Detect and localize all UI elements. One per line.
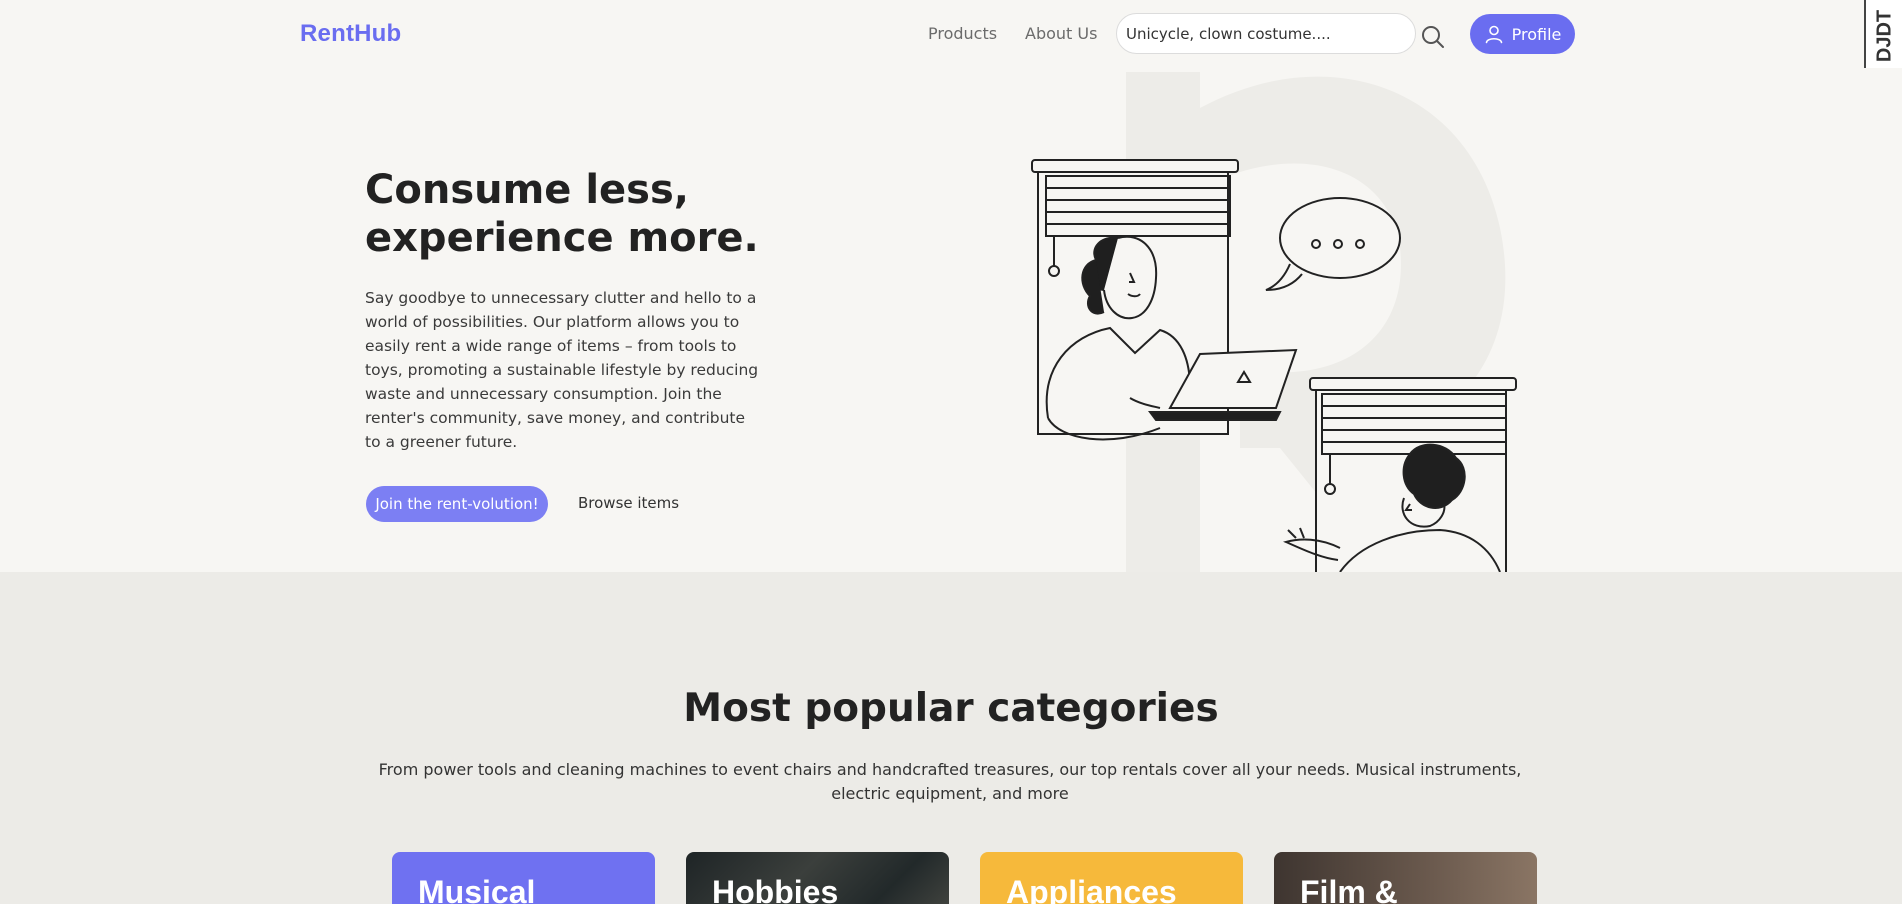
debug-toolbar-handle[interactable]: DJDT xyxy=(1864,0,1902,72)
hero-illustration xyxy=(1031,72,1517,572)
search-input[interactable] xyxy=(1116,13,1416,54)
hero-title: Consume less, experience more. xyxy=(365,167,759,261)
category-label: Appliances xyxy=(1006,874,1177,904)
category-card-appliances[interactable]: Appliances xyxy=(980,852,1243,904)
logo[interactable]: RentHub xyxy=(300,20,401,48)
site-header: RentHub Products About Us Profile DJDT xyxy=(0,0,1902,72)
user-icon xyxy=(1485,25,1502,44)
join-button[interactable]: Join the rent-volution! xyxy=(366,486,548,522)
category-card-hobbies[interactable]: Hobbies xyxy=(686,852,949,904)
category-card-film[interactable]: Film & xyxy=(1274,852,1537,904)
hero-section: Consume less, experience more. Say goodb… xyxy=(0,68,1902,572)
hero-description: Say goodbye to unnecessary clutter and h… xyxy=(365,289,759,451)
nav-products[interactable]: Products xyxy=(928,24,997,43)
categories-title: Most popular categories xyxy=(683,686,1219,731)
category-card-musical[interactable]: Musical xyxy=(392,852,655,904)
categories-section: Most popular categories From power tools… xyxy=(0,572,1902,904)
category-label: Hobbies xyxy=(712,874,839,904)
profile-label: Profile xyxy=(1511,24,1562,44)
browse-items-link[interactable]: Browse items xyxy=(578,494,679,512)
profile-button[interactable]: Profile xyxy=(1470,14,1575,54)
search-button[interactable] xyxy=(1420,24,1446,50)
categories-description: From power tools and cleaning machines t… xyxy=(378,760,1522,803)
category-label: Film & xyxy=(1300,874,1398,904)
category-label: Musical xyxy=(418,874,536,904)
debug-toolbar-label: DJDT xyxy=(1873,9,1896,63)
nav-about-us[interactable]: About Us xyxy=(1025,24,1097,43)
search-icon xyxy=(1422,26,1444,48)
